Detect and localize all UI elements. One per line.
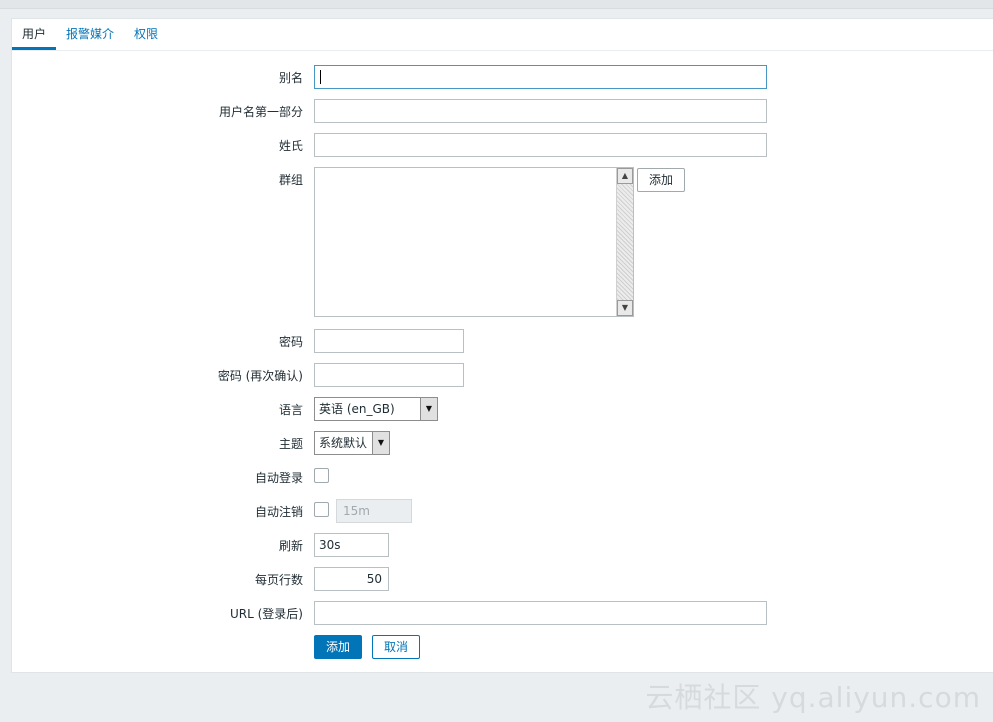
refresh-input[interactable]: 30s [314,533,389,557]
tab-permissions[interactable]: 权限 [124,19,168,48]
top-bar [0,0,993,9]
name-input[interactable] [314,99,767,123]
chevron-down-icon[interactable]: ▼ [372,432,389,454]
theme-label: 主题 [278,437,303,451]
cancel-button[interactable]: 取消 [372,635,420,659]
name-label: 用户名第一部分 [218,105,303,119]
user-form-panel: 用户 报警媒介 权限 别名 用户名第一部分 姓氏 群组 ▲ ▼ 添加 密码 密码… [11,18,993,673]
password-input[interactable] [314,329,464,353]
add-button[interactable]: 添加 [314,635,362,659]
text-caret [320,70,321,84]
groups-add-button[interactable]: 添加 [637,168,685,192]
language-value: 英语 (en_GB) [319,402,395,416]
rows-per-page-input[interactable]: 50 [314,567,389,591]
autologout-label: 自动注销 [254,505,303,519]
language-label: 语言 [278,403,303,417]
surname-input[interactable] [314,133,767,157]
tab-bar: 用户 报警媒介 权限 [12,19,993,51]
watermark: 云栖社区 yq.aliyun.com [645,681,981,714]
surname-label: 姓氏 [278,139,303,153]
password-confirm-input[interactable] [314,363,464,387]
groups-listbox[interactable]: ▲ ▼ [314,167,634,317]
scroll-down-icon[interactable]: ▼ [617,300,633,316]
autologin-checkbox[interactable] [314,468,329,483]
tab-user[interactable]: 用户 [12,19,57,50]
autologout-checkbox[interactable] [314,502,329,517]
url-label: URL (登录后) [230,607,303,621]
autologin-label: 自动登录 [254,471,303,485]
theme-value: 系统默认 [319,436,368,450]
theme-select[interactable]: 系统默认 ▼ [314,431,390,455]
password-confirm-label: 密码 (再次确认) [217,369,303,383]
groups-scrollbar[interactable]: ▲ ▼ [616,168,633,316]
tab-media[interactable]: 报警媒介 [56,19,124,48]
refresh-label: 刷新 [278,539,303,553]
url-input[interactable] [314,601,767,625]
alias-label: 别名 [278,71,303,85]
scroll-up-icon[interactable]: ▲ [617,168,633,184]
groups-label: 群组 [278,173,303,187]
rows-per-page-label: 每页行数 [254,573,303,587]
password-label: 密码 [278,335,303,349]
chevron-down-icon[interactable]: ▼ [420,398,437,420]
language-select[interactable]: 英语 (en_GB) ▼ [314,397,438,421]
alias-input[interactable] [314,65,767,89]
autologout-input: 15m [336,499,412,523]
